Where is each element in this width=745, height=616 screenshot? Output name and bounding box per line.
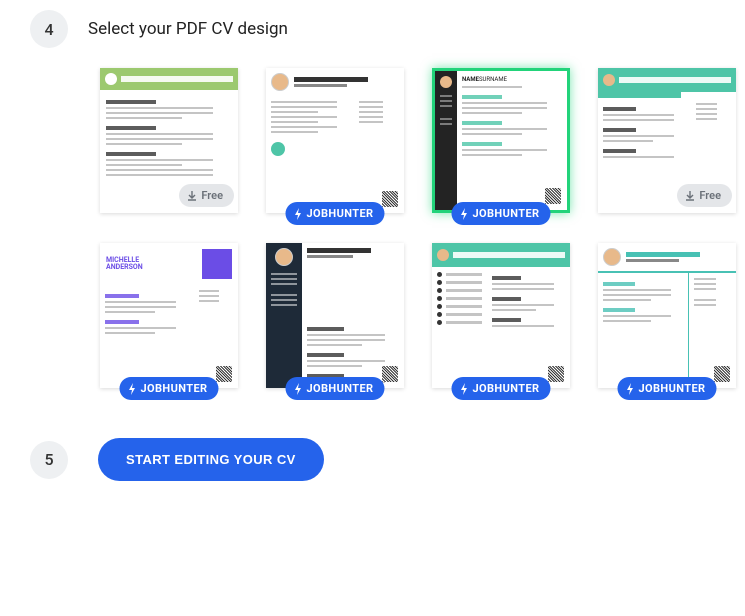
download-icon (685, 191, 695, 201)
start-editing-button[interactable]: START EDITING YOUR CV (98, 438, 324, 481)
free-badge: Free (179, 184, 234, 207)
jobhunter-badge: JOBHUNTER (451, 202, 550, 225)
template-card-teal-bullets[interactable]: JOBHUNTER (432, 243, 570, 388)
free-badge-label: Free (201, 189, 223, 202)
free-badge: Free (677, 184, 732, 207)
template-thumbnail (266, 243, 404, 388)
jobhunter-badge-label: JOBHUNTER (638, 382, 705, 395)
template-grid: Free JOBHUNTER (0, 68, 745, 388)
bolt-icon (127, 383, 136, 395)
bolt-icon (459, 208, 468, 220)
step-number-badge: 5 (30, 441, 68, 479)
template-card-teal-header[interactable]: Free (598, 68, 736, 213)
template-thumbnail: MICHELLEANDERSON (100, 243, 238, 388)
template-card-green-header[interactable]: Free (100, 68, 238, 213)
free-badge-label: Free (699, 189, 721, 202)
jobhunter-badge-label: JOBHUNTER (472, 382, 539, 395)
template-card-sidebar-name[interactable]: NAMESURNAME JOBHUNTER (432, 68, 570, 213)
jobhunter-badge-label: JOBHUNTER (472, 207, 539, 220)
template-thumbnail (266, 68, 404, 213)
jobhunter-badge-label: JOBHUNTER (140, 382, 207, 395)
template-thumbnail (598, 243, 736, 388)
jobhunter-badge: JOBHUNTER (285, 202, 384, 225)
jobhunter-badge-label: JOBHUNTER (306, 207, 373, 220)
template-thumbnail (432, 243, 570, 388)
template-card-teal-two-col[interactable]: JOBHUNTER (598, 243, 736, 388)
jobhunter-badge: JOBHUNTER (285, 377, 384, 400)
step-title: Select your PDF CV design (88, 19, 288, 39)
step-5-row: 5 START EDITING YOUR CV (0, 438, 745, 481)
step-number-badge: 4 (30, 10, 68, 48)
template-card-minimal-teal[interactable]: JOBHUNTER (266, 68, 404, 213)
jobhunter-badge: JOBHUNTER (617, 377, 716, 400)
bolt-icon (293, 383, 302, 395)
jobhunter-badge-label: JOBHUNTER (306, 382, 373, 395)
bolt-icon (293, 208, 302, 220)
template-card-dark-sidebar[interactable]: JOBHUNTER (266, 243, 404, 388)
bolt-icon (459, 383, 468, 395)
step-4-header: 4 Select your PDF CV design (0, 10, 745, 48)
template-thumbnail: NAMESURNAME (432, 68, 570, 213)
bolt-icon (625, 383, 634, 395)
jobhunter-badge: JOBHUNTER (451, 377, 550, 400)
jobhunter-badge: JOBHUNTER (119, 377, 218, 400)
download-icon (187, 191, 197, 201)
template-card-purple-modern[interactable]: MICHELLEANDERSON JOBHUNTER (100, 243, 238, 388)
